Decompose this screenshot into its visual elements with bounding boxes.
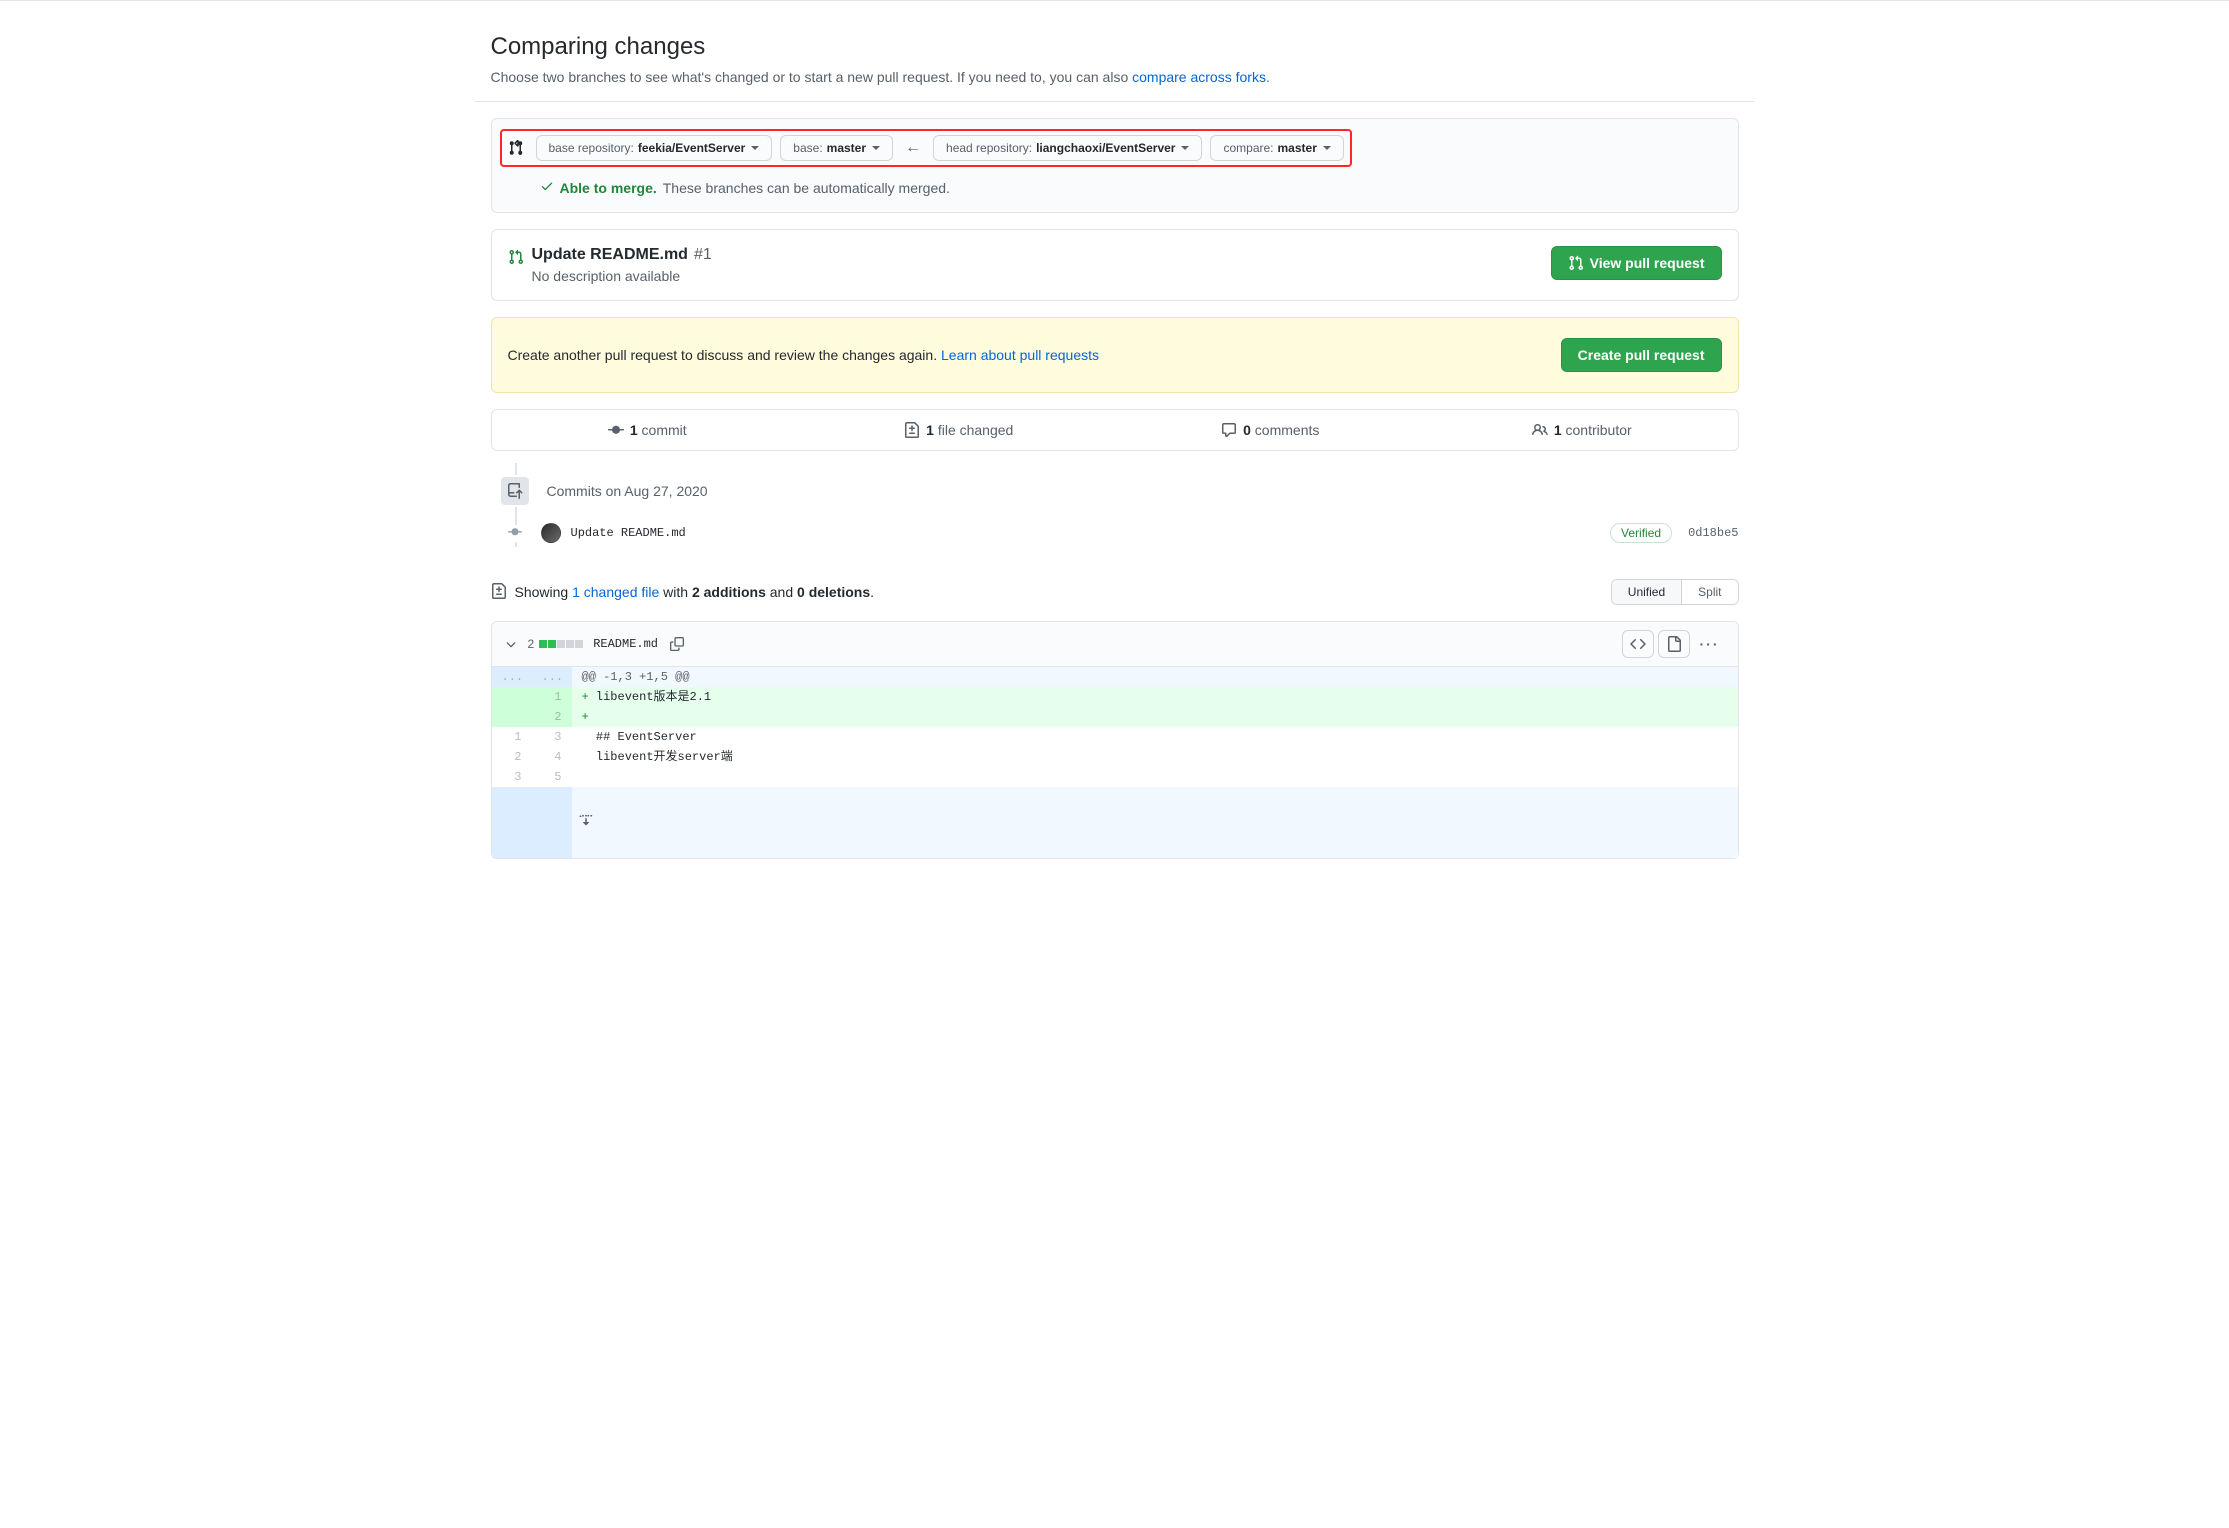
chevron-down-icon[interactable] xyxy=(504,637,518,651)
file-diff-icon xyxy=(904,422,920,438)
diff-line: 2 xyxy=(492,707,1738,727)
avatar[interactable] xyxy=(541,523,561,543)
create-pull-request-button[interactable]: Create pull request xyxy=(1561,338,1722,372)
file-diff-icon xyxy=(491,583,507,602)
copy-path-button[interactable] xyxy=(668,635,686,653)
page-subtitle: Choose two branches to see what's change… xyxy=(491,69,1739,85)
head-repo-selector[interactable]: head repository: liangchaoxi/EventServer xyxy=(933,135,1202,161)
commit-message[interactable]: Update README.md xyxy=(571,526,686,540)
stat-files[interactable]: 1 file changed xyxy=(803,410,1115,450)
view-source-button[interactable] xyxy=(1622,630,1654,658)
compare-branch-selector[interactable]: compare: master xyxy=(1210,135,1343,161)
comment-icon xyxy=(1221,422,1237,438)
unified-view-button[interactable]: Unified xyxy=(1612,580,1681,604)
commit-icon xyxy=(608,422,624,438)
pr-number: #1 xyxy=(694,246,712,264)
file-name[interactable]: README.md xyxy=(593,637,658,651)
subtitle-suffix: . xyxy=(1266,69,1270,85)
diff-summary-text: Showing 1 changed file with 2 additions … xyxy=(515,584,875,600)
diffstat: 2 xyxy=(528,637,584,651)
check-icon xyxy=(540,179,554,196)
diff-line: 1libevent版本是2.1 xyxy=(492,687,1738,707)
repo-push-icon xyxy=(499,475,531,507)
compare-forks-link[interactable]: compare across forks xyxy=(1132,69,1266,85)
file-header: 2 README.md ··· xyxy=(492,622,1738,667)
learn-pr-link[interactable]: Learn about pull requests xyxy=(941,347,1099,363)
file-diff-box: 2 README.md ··· xyxy=(491,621,1739,859)
pr-title[interactable]: Update README.md xyxy=(532,246,688,264)
commit-sha[interactable]: 0d18be5 xyxy=(1688,526,1738,540)
stat-commits[interactable]: 1 commit xyxy=(492,410,804,450)
flash-text: Create another pull request to discuss a… xyxy=(508,347,1100,363)
pr-description: No description available xyxy=(532,268,712,284)
diff-line: 35 xyxy=(492,767,1738,787)
diff-view-toggle: Unified Split xyxy=(1611,579,1739,605)
verified-badge[interactable]: Verified xyxy=(1610,523,1672,543)
merge-able-label: Able to merge. xyxy=(560,180,657,196)
merge-text: These branches can be automatically merg… xyxy=(663,180,950,196)
existing-pr-box: Update README.md #1 No description avail… xyxy=(491,229,1739,301)
file-menu-button[interactable]: ··· xyxy=(1694,636,1726,652)
base-repo-selector[interactable]: base repository: feekia/EventServer xyxy=(536,135,773,161)
branch-selector-row: base repository: feekia/EventServer base… xyxy=(500,129,1352,167)
view-file-button[interactable] xyxy=(1658,630,1690,658)
commit-dot-icon xyxy=(499,525,531,542)
diff-line: 13## EventServer xyxy=(492,727,1738,747)
changed-files-link[interactable]: 1 changed file xyxy=(572,584,659,600)
base-branch-selector[interactable]: base: master xyxy=(780,135,893,161)
commits-timeline: Commits on Aug 27, 2020 Update README.md… xyxy=(499,475,1739,547)
stat-contributors[interactable]: 1 contributor xyxy=(1426,410,1738,450)
merge-status: Able to merge. These branches can be aut… xyxy=(540,179,1722,196)
compare-box: base repository: feekia/EventServer base… xyxy=(491,118,1739,213)
git-compare-icon xyxy=(508,140,524,156)
unfold-icon xyxy=(578,811,594,827)
stat-comments[interactable]: 0 comments xyxy=(1115,410,1427,450)
commit-row: Update README.md Verified 0d18be5 xyxy=(499,519,1739,547)
stats-bar: 1 commit 1 file changed 0 comments 1 con… xyxy=(491,409,1739,451)
commits-date-header: Commits on Aug 27, 2020 xyxy=(547,483,708,499)
diff-table: ... ... @@ -1,3 +1,5 @@ 1libevent版本是2.12… xyxy=(492,667,1738,787)
split-view-button[interactable]: Split xyxy=(1681,580,1737,604)
diff-toolbar: Showing 1 changed file with 2 additions … xyxy=(491,579,1739,605)
page-title: Comparing changes xyxy=(491,33,1739,61)
pull-request-icon xyxy=(508,249,524,284)
create-pr-flash: Create another pull request to discuss a… xyxy=(491,317,1739,393)
subtitle-text: Choose two branches to see what's change… xyxy=(491,69,1133,85)
hunk-header-row: ... ... @@ -1,3 +1,5 @@ xyxy=(492,667,1738,687)
diff-line: 24libevent开发server端 xyxy=(492,747,1738,767)
expand-down-row[interactable] xyxy=(492,787,1738,858)
arrow-left-icon: ← xyxy=(901,139,925,157)
people-icon xyxy=(1532,422,1548,438)
view-pull-request-button[interactable]: View pull request xyxy=(1551,246,1722,280)
